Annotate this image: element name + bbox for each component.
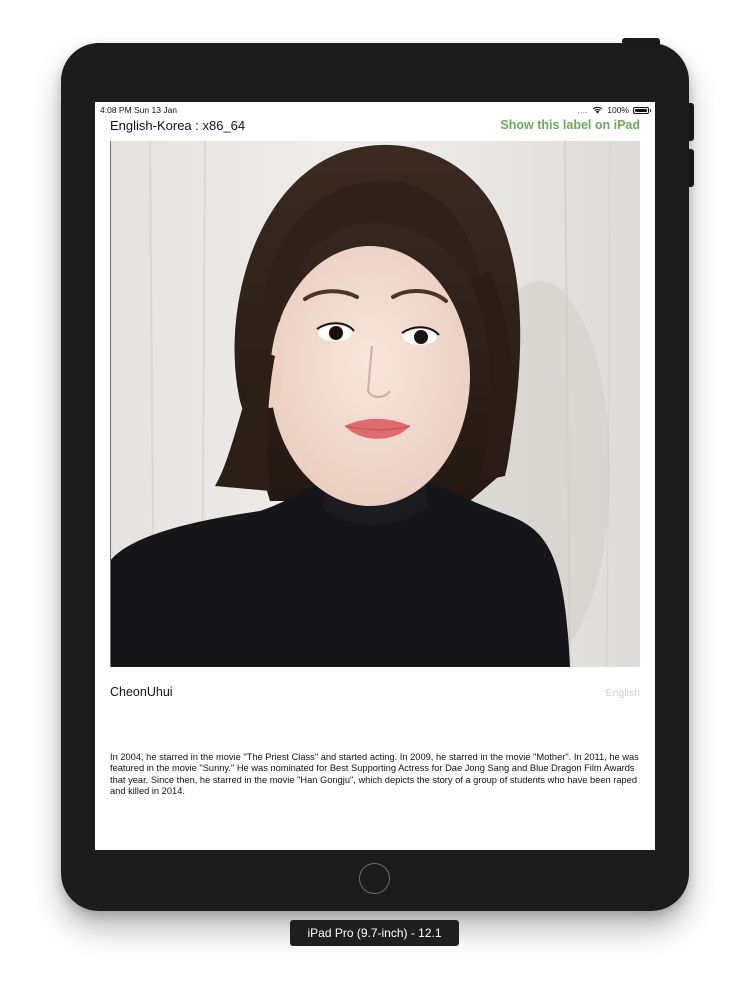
- battery-percent: 100%: [607, 105, 629, 115]
- show-label-on-ipad-button[interactable]: Show this label on iPad: [500, 118, 640, 132]
- device-name-label: iPad Pro (9.7-inch) - 12.1: [290, 920, 459, 946]
- nav-title: English-Korea : x86_64: [110, 118, 246, 133]
- home-button[interactable]: [359, 863, 390, 894]
- battery-icon: [633, 106, 651, 114]
- profile-photo: [110, 141, 640, 667]
- wifi-icon: [593, 106, 603, 114]
- profile-bio: In 2004, he starred in the movie "The Pr…: [110, 752, 639, 796]
- status-indicators: .... 100%: [577, 105, 651, 115]
- simulator-stage: 4:08 PM Sun 13 Jan .... 100% English-Kor…: [0, 0, 750, 987]
- app-screen: 4:08 PM Sun 13 Jan .... 100% English-Kor…: [95, 102, 655, 850]
- profile-name: CheonUhui: [110, 685, 173, 699]
- status-time: 4:08 PM Sun 13 Jan: [100, 105, 178, 115]
- language-label: English: [605, 687, 640, 699]
- signal-icon: ....: [577, 105, 589, 115]
- status-bar: 4:08 PM Sun 13 Jan .... 100%: [95, 102, 655, 118]
